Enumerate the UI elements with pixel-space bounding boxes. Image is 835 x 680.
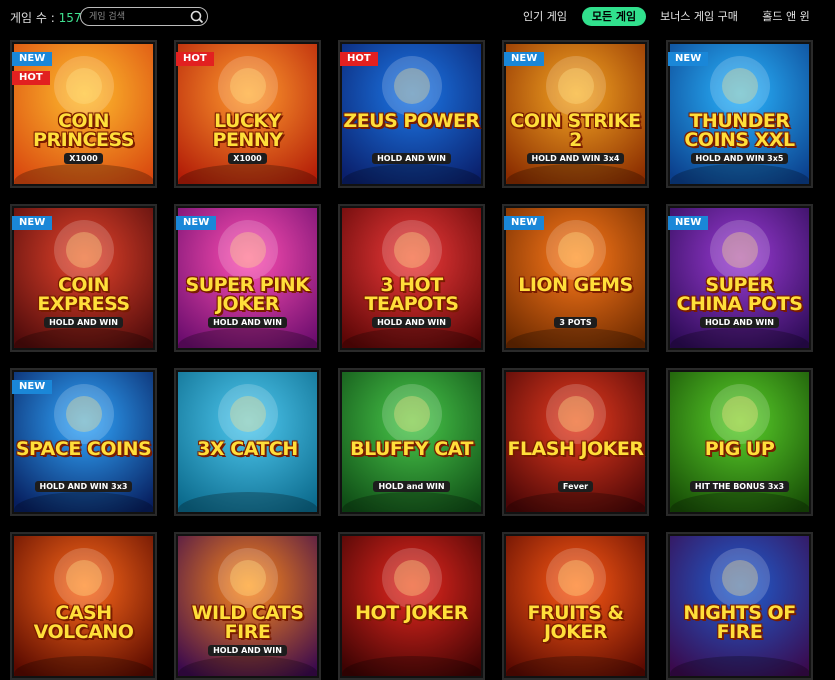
game-subtitle: HOLD AND WIN 3x4 (504, 153, 647, 164)
game-title: Lion Gems (518, 274, 633, 296)
game-title: Flash Joker (507, 438, 644, 460)
new-badge: NEW (504, 52, 545, 66)
game-card[interactable]: Flash Joker Fever (502, 368, 649, 516)
game-title: Coin Express (37, 274, 130, 315)
game-card[interactable]: Space Coins HOLD AND WIN 3x3 NEW (10, 368, 157, 516)
game-card[interactable]: Hot Joker (338, 532, 485, 680)
hot-badge: HOT (176, 52, 214, 66)
game-title: Wild Cats Fire (191, 602, 304, 643)
game-title: 3x Catch (197, 438, 298, 460)
tab-all-games[interactable]: 모든 게임 (582, 7, 646, 26)
game-card[interactable]: Bluffy Cat HOLD and WIN (338, 368, 485, 516)
tab-popular-games[interactable]: 인기 게임 (520, 7, 570, 26)
game-card[interactable]: Lucky Penny X1000 HOT (174, 40, 321, 188)
game-title: Coin Strike 2 (510, 110, 641, 151)
hot-badge: HOT (340, 52, 378, 66)
game-card[interactable]: Coin Express HOLD AND WIN NEW (10, 204, 157, 352)
new-badge: NEW (176, 216, 217, 230)
game-card[interactable]: Lion Gems 3 POTS NEW (502, 204, 649, 352)
game-card[interactable]: Cash Volcano (10, 532, 157, 680)
game-title: Thunder Coins XXL (684, 110, 795, 151)
game-card[interactable]: Super China Pots HOLD AND WIN NEW (666, 204, 813, 352)
game-card[interactable]: Nights of Fire (666, 532, 813, 680)
tab-bonus-buy-games[interactable]: 보너스 게임 구매 (656, 7, 742, 26)
game-title: Hot Joker (355, 602, 468, 624)
game-card[interactable]: 3 Hot Teapots HOLD AND WIN (338, 204, 485, 352)
game-count: 게임 수 : 157 (10, 9, 82, 26)
new-badge: NEW (504, 216, 545, 230)
game-count-value: 157 (58, 11, 82, 25)
game-subtitle: HOLD AND WIN 3x5 (668, 153, 811, 164)
new-badge: NEW (668, 216, 709, 230)
top-bar: 게임 수 : 157 인기 게임 모든 게임 보너스 게임 구매 홀드 앤 윈 (0, 0, 835, 33)
new-badge: NEW (12, 216, 53, 230)
game-title: Fruits & Joker (527, 602, 624, 643)
game-count-label: 게임 수 : (10, 11, 55, 25)
game-subtitle: HOLD AND WIN (12, 317, 155, 328)
search-input[interactable] (89, 9, 189, 24)
game-card[interactable]: Coin Strike 2 HOLD AND WIN 3x4 NEW (502, 40, 649, 188)
game-title: Super Pink Joker (185, 274, 310, 315)
game-subtitle: HOLD AND WIN (668, 317, 811, 328)
search-icon[interactable] (189, 9, 205, 25)
search-box[interactable] (80, 7, 208, 26)
game-subtitle: HIT THE BONUS 3x3 (668, 481, 811, 492)
game-title: Space Coins (15, 438, 152, 460)
game-title: Coin Princess (33, 110, 134, 151)
game-title: Zeus Power (343, 110, 480, 132)
game-title: 3 Hot Teapots (364, 274, 459, 315)
game-card[interactable]: Thunder Coins XXL HOLD AND WIN 3x5 NEW (666, 40, 813, 188)
game-subtitle: HOLD and WIN (340, 481, 483, 492)
game-card[interactable]: Fruits & Joker (502, 532, 649, 680)
game-subtitle: X1000 (176, 153, 319, 164)
new-badge: NEW (668, 52, 709, 66)
game-card[interactable]: Pig Up HIT THE BONUS 3x3 (666, 368, 813, 516)
game-title: Cash Volcano (33, 602, 134, 643)
game-subtitle: HOLD AND WIN (340, 317, 483, 328)
game-subtitle: HOLD AND WIN 3x3 (12, 481, 155, 492)
game-title: Lucky Penny (212, 110, 283, 151)
game-subtitle: Fever (504, 481, 647, 492)
game-title: Super China Pots (676, 274, 803, 315)
game-subtitle: HOLD AND WIN (340, 153, 483, 164)
game-title: Bluffy Cat (350, 438, 473, 460)
new-badge: NEW (12, 380, 53, 394)
game-card[interactable]: Zeus Power HOLD AND WIN HOT (338, 40, 485, 188)
hot-badge: HOT (12, 71, 50, 85)
game-card[interactable]: Coin Princess X1000 NEW HOT (10, 40, 157, 188)
new-badge: NEW (12, 52, 53, 66)
game-card[interactable]: 3x Catch (174, 368, 321, 516)
tab-hold-and-win[interactable]: 홀드 앤 윈 (758, 7, 814, 26)
game-title: Pig Up (704, 438, 775, 460)
game-subtitle: HOLD AND WIN (176, 317, 319, 328)
game-subtitle: X1000 (12, 153, 155, 164)
game-card[interactable]: Wild Cats Fire HOLD AND WIN (174, 532, 321, 680)
game-subtitle: 3 POTS (504, 317, 647, 328)
game-title: Nights of Fire (683, 602, 796, 643)
game-card[interactable]: Super Pink Joker HOLD AND WIN NEW (174, 204, 321, 352)
